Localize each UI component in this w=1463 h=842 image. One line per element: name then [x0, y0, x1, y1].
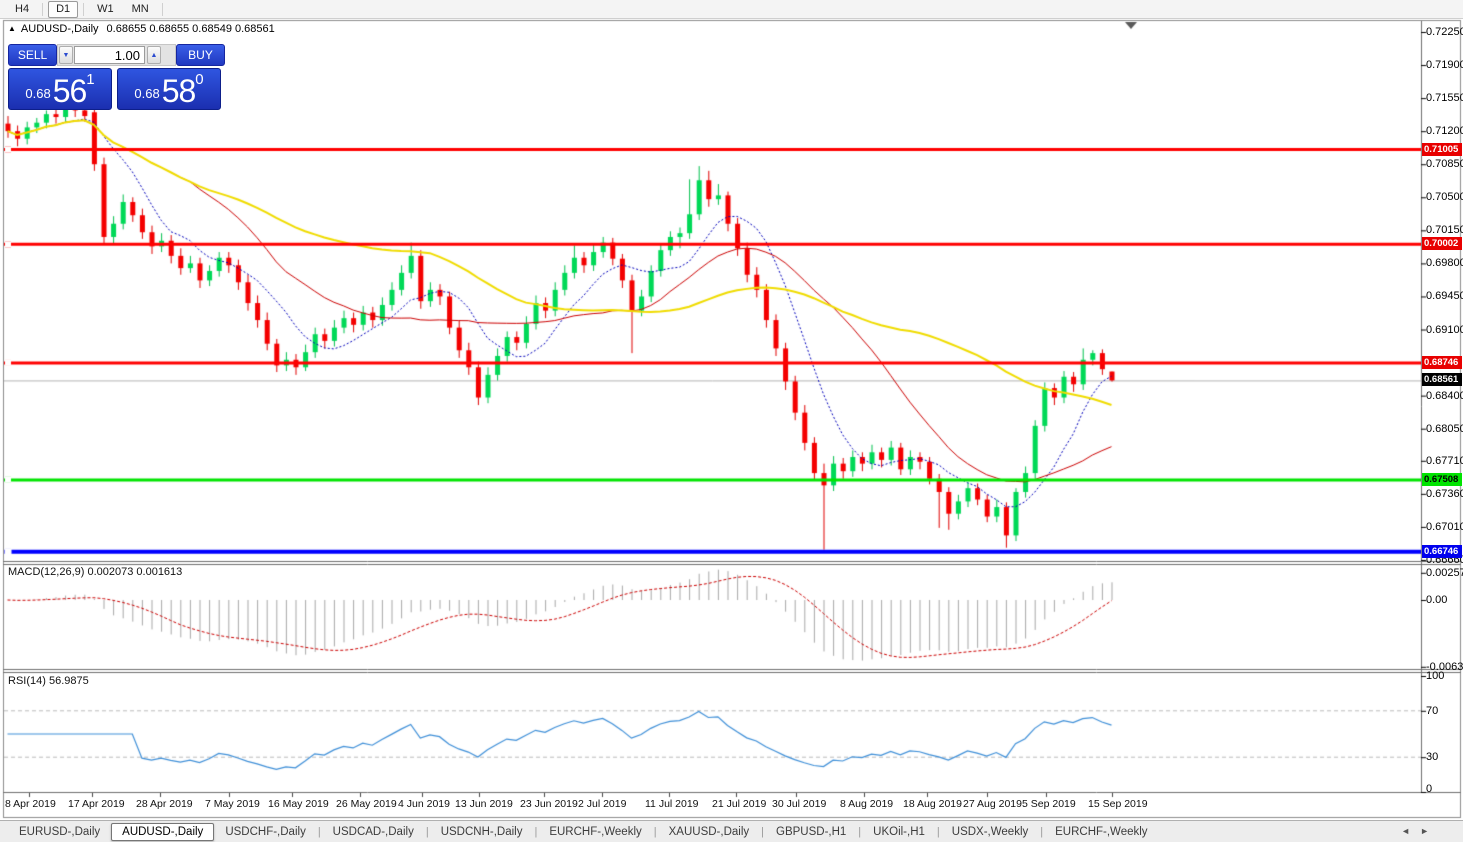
- chevron-up-icon: ▲: [150, 51, 158, 59]
- tab-separator: |: [1040, 825, 1044, 838]
- date-label: 13 Jun 2019: [455, 798, 513, 810]
- tab-separator: |: [534, 825, 538, 838]
- buy-price-frac: 0.68: [134, 86, 160, 101]
- chart-tab-bar: EURUSD-,Daily AUDUSD-,Daily USDCHF-,Daily |…: [0, 820, 1463, 842]
- date-label: 26 May 2019: [336, 798, 397, 810]
- timeframe-toolbar: H4 D1 W1 MN: [0, 0, 1463, 19]
- price-tick-label: 0.67710: [1426, 454, 1463, 467]
- chart-ohlc-values: 0.68655 0.68655 0.68549 0.68561: [106, 23, 275, 35]
- date-label: 17 Apr 2019: [68, 798, 125, 810]
- price-tag-hline: 0.68746: [1422, 355, 1462, 369]
- trading-platform-window: H4 D1 W1 MN ▲ AUDUSD-,Daily 0.68655 0.68655 0…: [0, 0, 1463, 842]
- tab-usdchf-daily[interactable]: USDCHF-,Daily: [214, 824, 317, 840]
- macd-indicator-label: MACD(12,26,9) 0.002073 0.001613: [8, 566, 183, 578]
- date-label: 5 Sep 2019: [1022, 798, 1076, 810]
- date-label: 15 Sep 2019: [1088, 798, 1148, 810]
- tab-separator: |: [936, 825, 940, 838]
- date-label: 4 Jun 2019: [398, 798, 450, 810]
- rsi-tick-label: 100: [1426, 670, 1445, 682]
- tab-usdcnh-daily[interactable]: USDCNH-,Daily: [430, 824, 534, 840]
- tab-scroll-left-icon[interactable]: ◄: [1401, 826, 1420, 836]
- price-tick-label: 0.68050: [1426, 422, 1463, 435]
- volume-input[interactable]: [74, 46, 145, 64]
- sell-price-big: 56: [52, 72, 88, 109]
- chart-symbol-label: AUDUSD-,Daily: [20, 23, 99, 35]
- sell-price-frac: 0.68: [25, 86, 51, 101]
- tab-separator: |: [317, 825, 321, 838]
- rsi-tick-label: 30: [1426, 751, 1439, 764]
- sell-button[interactable]: SELL: [8, 44, 57, 66]
- date-label: 21 Jul 2019: [712, 798, 767, 810]
- tab-scroll-right-icon[interactable]: ►: [1420, 826, 1439, 836]
- price-tick-label: 0.72250: [1426, 26, 1463, 38]
- macd-tick-label: 0.00: [1426, 594, 1448, 606]
- price-tick-label: 0.69800: [1426, 257, 1463, 270]
- tab-audusd-daily[interactable]: AUDUSD-,Daily: [111, 822, 215, 841]
- timeframe-button-d1[interactable]: D1: [48, 0, 79, 18]
- volume-increase-button[interactable]: ▲: [147, 46, 161, 64]
- date-label: 28 Apr 2019: [136, 798, 193, 810]
- date-label: 8 Apr 2019: [5, 798, 56, 810]
- tab-separator: |: [858, 825, 862, 838]
- price-tick-label: 0.67010: [1426, 520, 1463, 533]
- timeframe-button-h4[interactable]: H4: [7, 1, 37, 18]
- date-label: 2 Jul 2019: [578, 798, 627, 810]
- price-tag-hline: 0.67508: [1422, 472, 1462, 486]
- buy-price-button[interactable]: 0.68 58 0: [117, 68, 221, 110]
- price-tick-label: 0.69450: [1426, 290, 1463, 303]
- price-tick-label: 0.67360: [1426, 487, 1463, 500]
- price-tick-label: 0.71200: [1426, 125, 1463, 138]
- tab-usdcad-daily[interactable]: USDCAD-,Daily: [322, 824, 425, 840]
- price-tick-label: 0.71900: [1426, 59, 1463, 72]
- buy-button[interactable]: BUY: [176, 44, 225, 66]
- timeframe-button-mn[interactable]: MN: [124, 1, 157, 18]
- price-tick-label: 0.70500: [1426, 191, 1463, 204]
- tab-separator: |: [761, 825, 764, 838]
- tab-separator: |: [425, 825, 429, 838]
- date-label: 8 Aug 2019: [840, 798, 894, 810]
- rsi-tick-label: 70: [1426, 704, 1439, 717]
- tab-ukoil-h1[interactable]: UKOil-,H1: [862, 824, 936, 840]
- price-tag-hline: 0.70002: [1422, 237, 1462, 251]
- toolbar-separator: [161, 2, 163, 16]
- tab-xauusd-daily[interactable]: XAUUSD-,Daily: [658, 824, 761, 840]
- chevron-down-icon: ▼: [62, 51, 70, 59]
- tab-scroll-arrows: ◄►: [1401, 826, 1439, 836]
- price-tag-current: 0.68561: [1422, 373, 1462, 387]
- buy-price-big: 58: [161, 72, 197, 109]
- tab-eurusd-daily[interactable]: EURUSD-,Daily: [8, 824, 111, 840]
- rsi-tick-label: 0: [1426, 783, 1433, 795]
- price-tick-label: 0.70150: [1426, 224, 1463, 237]
- price-tick-label: 0.68400: [1426, 389, 1463, 402]
- volume-decrease-button[interactable]: ▼: [59, 46, 73, 64]
- sell-price-sup: 1: [86, 71, 95, 88]
- date-label: 7 May 2019: [205, 798, 260, 810]
- price-tag-hline: 0.66746: [1422, 544, 1462, 558]
- chart-canvas[interactable]: [0, 0, 1463, 842]
- chart-title: ▲ AUDUSD-,Daily 0.68655 0.68655 0.68549 0.…: [8, 23, 275, 35]
- collapse-panel-icon[interactable]: ▲: [8, 24, 16, 33]
- toolbar-separator: [42, 2, 44, 16]
- price-tick-label: 0.69100: [1426, 323, 1463, 336]
- toolbar-separator: [83, 2, 85, 16]
- price-tick-label: 0.70850: [1426, 158, 1463, 171]
- date-label: 11 Jul 2019: [645, 798, 699, 810]
- rsi-indicator-label: RSI(14) 56.9875: [8, 675, 89, 687]
- tab-separator: |: [653, 825, 657, 838]
- sell-price-button[interactable]: 0.68 56 1: [8, 68, 112, 110]
- date-label: 27 Aug 2019: [963, 798, 1022, 810]
- buy-price-sup: 0: [195, 71, 204, 88]
- date-label: 16 May 2019: [268, 798, 329, 810]
- tab-eurchf-weekly[interactable]: EURCHF-,Weekly: [1044, 824, 1158, 840]
- price-tick-label: 0.71550: [1426, 92, 1463, 105]
- price-tag-hline: 0.71005: [1422, 142, 1462, 156]
- macd-tick-label: 0.002574: [1426, 566, 1463, 579]
- tab-usdx-weekly[interactable]: USDX-,Weekly: [941, 824, 1039, 840]
- date-label: 18 Aug 2019: [903, 798, 962, 810]
- timeframe-button-w1[interactable]: W1: [89, 1, 122, 18]
- tab-eurchf-weekly[interactable]: EURCHF-,Weekly: [538, 824, 652, 840]
- date-label: 23 Jun 2019: [520, 798, 578, 810]
- date-label: 30 Jul 2019: [772, 798, 827, 810]
- tab-gbpusd-h1[interactable]: GBPUSD-,H1: [765, 824, 857, 840]
